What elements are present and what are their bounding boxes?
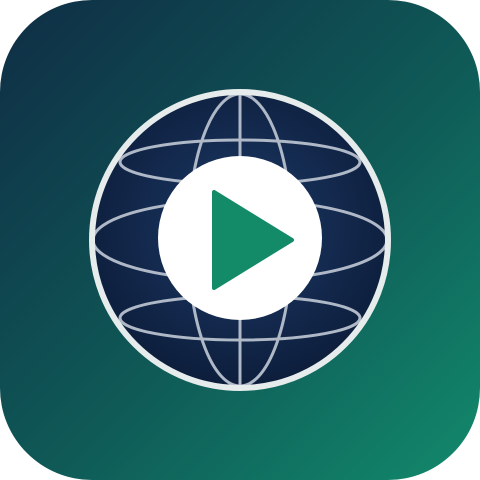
app-icon[interactable] (0, 0, 480, 480)
app-icon-canvas (0, 0, 480, 480)
